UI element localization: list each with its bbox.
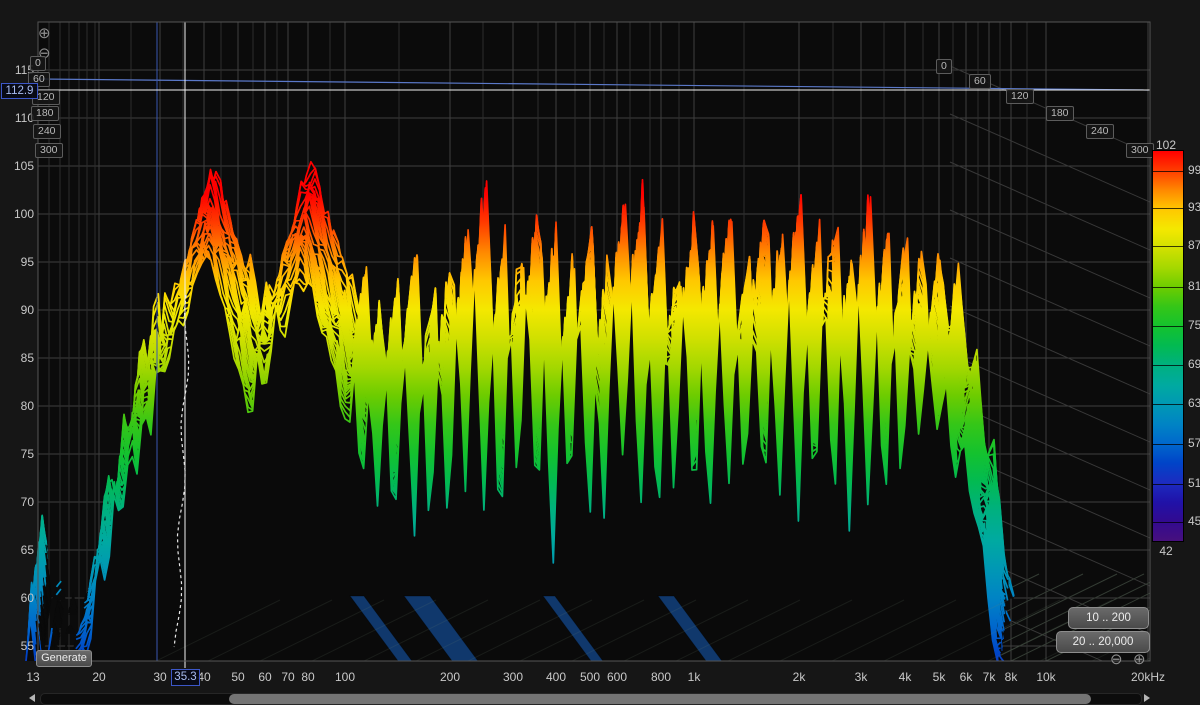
freq-tick-label: 70 bbox=[281, 670, 294, 684]
freq-tick-label: 500 bbox=[580, 670, 600, 684]
legend-tick-label: 51 bbox=[1188, 476, 1200, 490]
freq-tick-label: 1k bbox=[688, 670, 701, 684]
freq-tick-label: 8k bbox=[1005, 670, 1018, 684]
spl-tick-label: 105 bbox=[0, 159, 34, 173]
legend-tick-label: 87 bbox=[1188, 238, 1200, 252]
scrollbar-track[interactable] bbox=[40, 693, 1142, 705]
spl-tick-label: 70 bbox=[0, 495, 34, 509]
spl-tick-label: 95 bbox=[0, 255, 34, 269]
time-slice-label-right: 180 bbox=[1046, 106, 1074, 121]
freq-tick-label: 13 bbox=[26, 670, 39, 684]
spl-tick-label: 85 bbox=[0, 351, 34, 365]
zoom-in-icon[interactable]: ⊕ bbox=[1133, 652, 1146, 667]
legend-tick-label: 75 bbox=[1188, 318, 1200, 332]
legend-tick-label: 93 bbox=[1188, 200, 1200, 214]
freq-tick-label: 10k bbox=[1036, 670, 1055, 684]
legend-tick bbox=[1153, 365, 1183, 366]
freq-tick-label: 100 bbox=[335, 670, 355, 684]
spl-tick-label: 65 bbox=[0, 543, 34, 557]
freq-tick-label: 50 bbox=[231, 670, 244, 684]
legend-tick bbox=[1153, 171, 1183, 172]
spl-tick-label: 90 bbox=[0, 303, 34, 317]
legend-tick bbox=[1153, 246, 1183, 247]
freq-tick-label: 4k bbox=[899, 670, 912, 684]
legend-tick bbox=[1153, 444, 1183, 445]
freq-tick-label: 400 bbox=[546, 670, 566, 684]
time-slice-label-right: 0 bbox=[936, 59, 952, 74]
time-slice-label-right: 60 bbox=[969, 74, 991, 89]
spl-tick-label: 80 bbox=[0, 399, 34, 413]
legend-tick bbox=[1153, 522, 1183, 523]
legend-color-bar bbox=[1152, 150, 1184, 542]
freq-tick-label: 5k bbox=[933, 670, 946, 684]
freq-tick-label: 600 bbox=[607, 670, 627, 684]
spl-tick-label: 75 bbox=[0, 447, 34, 461]
freq-tick-label: 80 bbox=[301, 670, 314, 684]
legend-min-label: 42 bbox=[1150, 544, 1182, 558]
legend-tick-label: 81 bbox=[1188, 279, 1200, 293]
cursor-spl-readout: 112.9 bbox=[1, 83, 38, 99]
freq-tick-label: 6k bbox=[960, 670, 973, 684]
freq-range-10-200-button[interactable]: 10 .. 200 bbox=[1068, 607, 1149, 629]
rew-spl-waterfall-window: SPL 500 ms window, 100 ms rise time, 3.0… bbox=[0, 0, 1200, 705]
zoom-out-icon[interactable]: ⊖ bbox=[1110, 652, 1123, 667]
generate-button[interactable]: Generate bbox=[36, 650, 92, 667]
time-slice-label-left: 180 bbox=[31, 106, 59, 121]
zoom-in-icon[interactable]: ⊕ bbox=[38, 26, 51, 41]
spl-tick-label: 100 bbox=[0, 207, 34, 221]
time-slice-label-left: 240 bbox=[33, 124, 61, 139]
freq-tick-label: 30 bbox=[153, 670, 166, 684]
legend-tick-label: 99 bbox=[1188, 163, 1200, 177]
freq-tick-label: 20kHz bbox=[1131, 670, 1165, 684]
horizontal-scrollbar[interactable] bbox=[0, 691, 1200, 705]
time-slice-label-left: 300 bbox=[35, 143, 63, 158]
freq-tick-label: 200 bbox=[440, 670, 460, 684]
scroll-left-arrow-icon[interactable] bbox=[29, 694, 35, 702]
waterfall-plot[interactable] bbox=[0, 0, 1200, 705]
scrollbar-thumb[interactable] bbox=[229, 694, 1091, 704]
freq-range-20-20000-button[interactable]: 20 .. 20,000 bbox=[1056, 631, 1150, 653]
time-slice-label-left: 0 bbox=[30, 56, 46, 71]
freq-tick-label: 3k bbox=[855, 670, 868, 684]
legend-tick bbox=[1153, 404, 1183, 405]
legend-tick bbox=[1153, 326, 1183, 327]
time-slice-label-right: 240 bbox=[1086, 124, 1114, 139]
legend-tick bbox=[1153, 484, 1183, 485]
spl-tick-label: 110 bbox=[0, 111, 34, 125]
spl-tick-label: 55 bbox=[0, 639, 34, 653]
freq-tick-label: 300 bbox=[503, 670, 523, 684]
legend-tick-label: 45 bbox=[1188, 514, 1200, 528]
legend-tick-label: 69 bbox=[1188, 357, 1200, 371]
legend-tick-label: 63 bbox=[1188, 396, 1200, 410]
freq-tick-label: 2k bbox=[793, 670, 806, 684]
freq-tick-label: 7k bbox=[983, 670, 996, 684]
scroll-right-arrow-icon[interactable] bbox=[1144, 694, 1150, 702]
legend-tick-label: 57 bbox=[1188, 436, 1200, 450]
legend-tick bbox=[1153, 208, 1183, 209]
time-slice-label-right: 120 bbox=[1006, 89, 1034, 104]
freq-tick-label: 60 bbox=[258, 670, 271, 684]
freq-tick-label: 20 bbox=[92, 670, 105, 684]
legend-tick bbox=[1153, 287, 1183, 288]
spl-tick-label: 60 bbox=[0, 591, 34, 605]
cursor-frequency-readout: 35.3 bbox=[171, 669, 200, 686]
freq-tick-label: 800 bbox=[651, 670, 671, 684]
